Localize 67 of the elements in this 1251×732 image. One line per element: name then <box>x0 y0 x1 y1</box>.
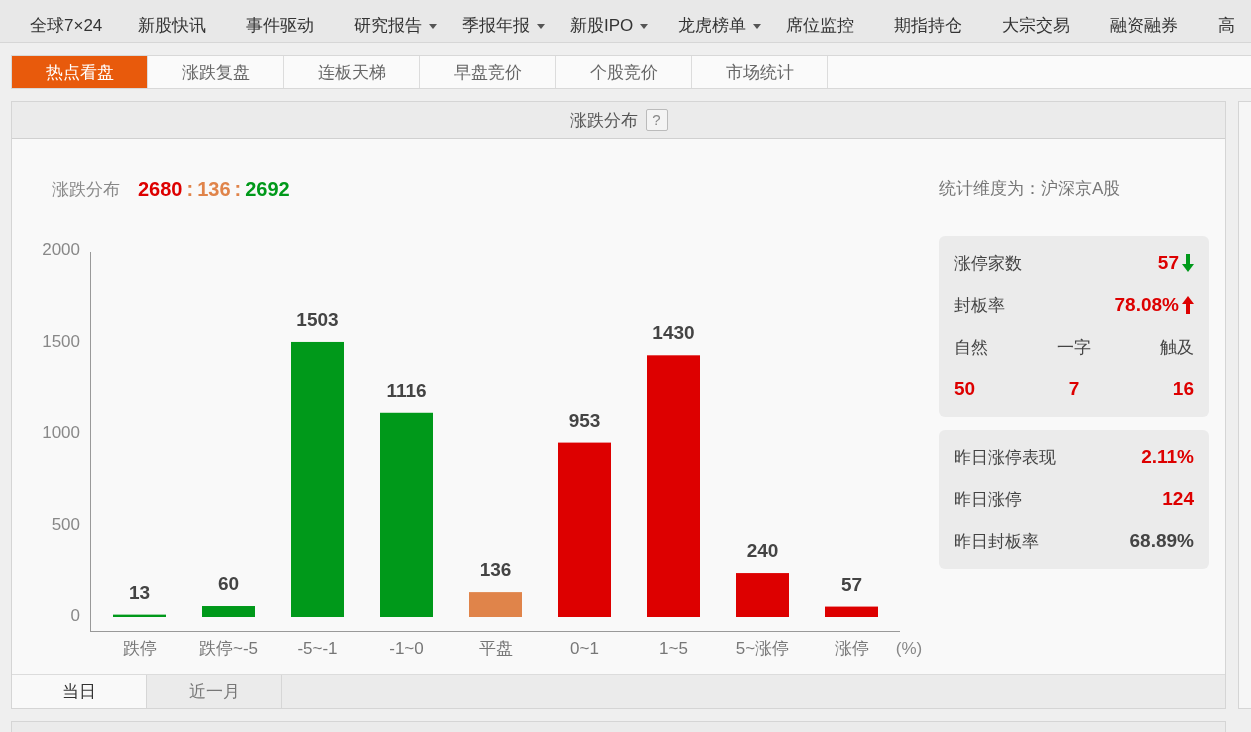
scope-label: 统计维度为：沪深京A股 <box>939 178 1122 200</box>
tab[interactable]: 当日 <box>12 675 147 708</box>
axis-tick-label: 500 <box>51 515 80 534</box>
nav-link[interactable]: 龙虎榜单 <box>678 15 786 37</box>
category-label: 跌停~-5 <box>199 639 258 659</box>
axis-tick-label: 2000 <box>42 242 80 260</box>
ratio-separator: : <box>186 177 194 201</box>
bar-value-label: 1116 <box>386 379 427 401</box>
bar-value-label: 60 <box>217 573 240 595</box>
category-label: -1~0 <box>389 639 424 659</box>
stat-value: 78.08% <box>1114 294 1179 316</box>
stat-value: 57 <box>1157 252 1179 274</box>
axis-tick-label: 1500 <box>42 332 80 351</box>
nav-link[interactable]: 大宗交易 <box>1002 15 1110 37</box>
panel-title: 涨跌分布 <box>569 109 638 132</box>
nav-link[interactable]: 融资融券 <box>1110 15 1218 37</box>
bar-value-label: 1503 <box>296 308 339 330</box>
nav-link[interactable]: 全球7×24 <box>30 15 138 37</box>
axis-tick-label: 0 <box>70 606 80 626</box>
nav-link[interactable]: 高 <box>1218 15 1251 37</box>
stat-label: 一字 <box>1057 336 1091 359</box>
category-label: 平盘 <box>478 639 513 659</box>
bar <box>736 573 789 617</box>
axis-unit-label: (%) <box>895 639 923 659</box>
summary-label: 涨跌分布 <box>52 178 120 201</box>
bar <box>469 592 522 617</box>
nav-link[interactable]: 季报年报 <box>462 15 570 37</box>
bar-value-label: 953 <box>568 409 601 431</box>
count-value: 136 <box>197 177 231 201</box>
stat-value: 124 <box>1162 488 1194 510</box>
category-label: 1~5 <box>659 639 688 659</box>
stat-label: 昨日涨停表现 <box>954 446 1056 469</box>
nav-link[interactable]: 新股IPO <box>570 15 678 37</box>
stat-label: 涨停家数 <box>954 252 1022 275</box>
stat-label: 自然 <box>954 336 988 359</box>
bar-value-label: 136 <box>479 559 512 581</box>
stat-label: 昨日涨停 <box>954 488 1022 511</box>
category-label: 涨停 <box>834 639 869 659</box>
count-value: 2692 <box>245 177 290 201</box>
nav-link[interactable]: 席位监控 <box>786 15 894 37</box>
bar-value-label: 57 <box>840 573 863 595</box>
axis-tick-label: 1000 <box>42 423 80 443</box>
bar-value-label: 13 <box>128 581 151 603</box>
nav-link[interactable]: 事件驱动 <box>246 15 354 37</box>
tab[interactable]: 热点看盘 <box>12 56 148 88</box>
bar <box>202 606 255 617</box>
nav-link[interactable]: 研究报告 <box>354 15 462 37</box>
stat-label: 触及 <box>1160 336 1194 359</box>
nav-link[interactable]: 期指持仓 <box>894 15 1002 37</box>
stat-value: 16 <box>1172 378 1194 400</box>
bar <box>113 614 166 617</box>
stat-value: 2.11% <box>1141 446 1194 468</box>
stat-value: 7 <box>1068 378 1080 400</box>
bar <box>825 606 878 617</box>
ratio-separator: : <box>234 177 242 201</box>
bar-value-label: 1430 <box>652 322 695 344</box>
category-label: -5~-1 <box>297 639 338 659</box>
bar-value-label: 240 <box>746 540 779 562</box>
stat-label: 昨日封板率 <box>954 530 1039 553</box>
stat-value: 50 <box>954 378 976 400</box>
count-value: 2680 <box>138 177 183 201</box>
category-label: 5~涨停 <box>735 639 790 659</box>
nav-link[interactable]: 新股快讯 <box>138 15 246 37</box>
category-label: 跌停 <box>122 639 157 659</box>
stat-label: 封板率 <box>954 294 1005 317</box>
category-label: 0~1 <box>570 639 599 659</box>
stat-value: 68.89% <box>1129 530 1194 552</box>
